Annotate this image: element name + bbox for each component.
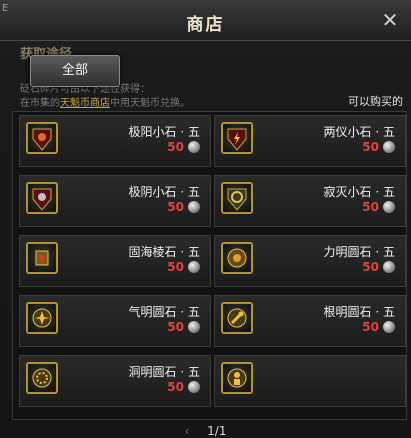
close-icon[interactable]: ✕	[379, 9, 401, 31]
coin-icon	[188, 321, 200, 333]
sun-shield-icon	[26, 122, 58, 154]
coin-icon	[383, 201, 395, 213]
shop-item[interactable]: 洞明圆石 · 五 50	[19, 355, 211, 407]
shop-item[interactable]: 极阴小石 · 五 50	[19, 175, 211, 227]
heart-shield-icon	[26, 182, 58, 214]
item-name: 洞明圆石 · 五	[128, 365, 200, 379]
coin-icon	[383, 321, 395, 333]
gear-orb-icon	[26, 362, 58, 394]
item-price: 50	[362, 140, 379, 154]
acquire-suffix: 中用天魁币兑换。	[110, 98, 190, 109]
item-name: 气明圆石 · 五	[128, 305, 200, 319]
shop-item[interactable]: 根明圆石 · 五 50	[214, 295, 406, 347]
item-name: 极阳小石 · 五	[128, 125, 200, 139]
coin-icon	[188, 141, 200, 153]
title-bar: E 商店 ✕	[0, 0, 411, 41]
coin-icon	[188, 261, 200, 273]
item-price: 50	[362, 320, 379, 334]
lightning-shield-icon	[221, 122, 253, 154]
shop-window: E 商店 ✕ 获取途径 砭石碎片可由以下途径获得： 在市集的天魁币商店中用天魁币…	[0, 0, 411, 438]
tab-all[interactable]: 全部	[30, 55, 120, 87]
window-title: 商店	[186, 15, 225, 35]
coin-icon	[188, 381, 200, 393]
pagination: ‹ 1/1	[0, 424, 411, 438]
shop-item[interactable]: 两仪小石 · 五 50	[214, 115, 406, 167]
item-price: 50	[167, 380, 184, 394]
coin-icon	[383, 261, 395, 273]
acquire-prefix: 在市集的	[20, 98, 60, 109]
prev-page-button[interactable]: ‹	[185, 424, 190, 438]
shop-item[interactable]: 寂灭小石 · 五 50	[214, 175, 406, 227]
item-name: 寂灭小石 · 五	[323, 185, 395, 199]
item-name: 两仪小石 · 五	[323, 125, 395, 139]
acquire-description-2: 在市集的天魁币商店中用天魁币兑换。	[20, 94, 190, 109]
page-indicator: 1/1	[207, 424, 227, 438]
purchasable-label: 可以购买的	[348, 95, 403, 108]
item-price: 50	[167, 140, 184, 154]
tiankui-shop-link[interactable]: 天魁币商店	[60, 98, 110, 109]
item-name: 极阴小石 · 五	[128, 185, 200, 199]
item-name: 根明圆石 · 五	[323, 305, 395, 319]
key-orb-icon	[221, 302, 253, 334]
coin-icon	[188, 201, 200, 213]
item-price: 50	[362, 260, 379, 274]
shop-item[interactable]	[214, 355, 406, 407]
item-price: 50	[167, 260, 184, 274]
item-name: 力明圆石 · 五	[323, 245, 395, 259]
cross-shield-icon	[221, 182, 253, 214]
shop-item[interactable]: 极阳小石 · 五 50	[19, 115, 211, 167]
fist-orb-icon	[221, 242, 253, 274]
prism-gem-icon	[26, 242, 58, 274]
shop-item[interactable]: 气明圆石 · 五 50	[19, 295, 211, 347]
star-orb-icon	[26, 302, 58, 334]
coin-icon	[383, 141, 395, 153]
figure-orb-icon	[221, 362, 253, 394]
shop-item[interactable]: 固海棱石 · 五 50	[19, 235, 211, 287]
item-price: 50	[362, 200, 379, 214]
item-name: 固海棱石 · 五	[128, 245, 200, 259]
shop-item[interactable]: 力明圆石 · 五 50	[214, 235, 406, 287]
item-price: 50	[167, 320, 184, 334]
item-price: 50	[167, 200, 184, 214]
item-list: 极阳小石 · 五 50 两仪小石 · 五 50 极阴小石 · 五 50 寂灭小石…	[12, 111, 407, 420]
